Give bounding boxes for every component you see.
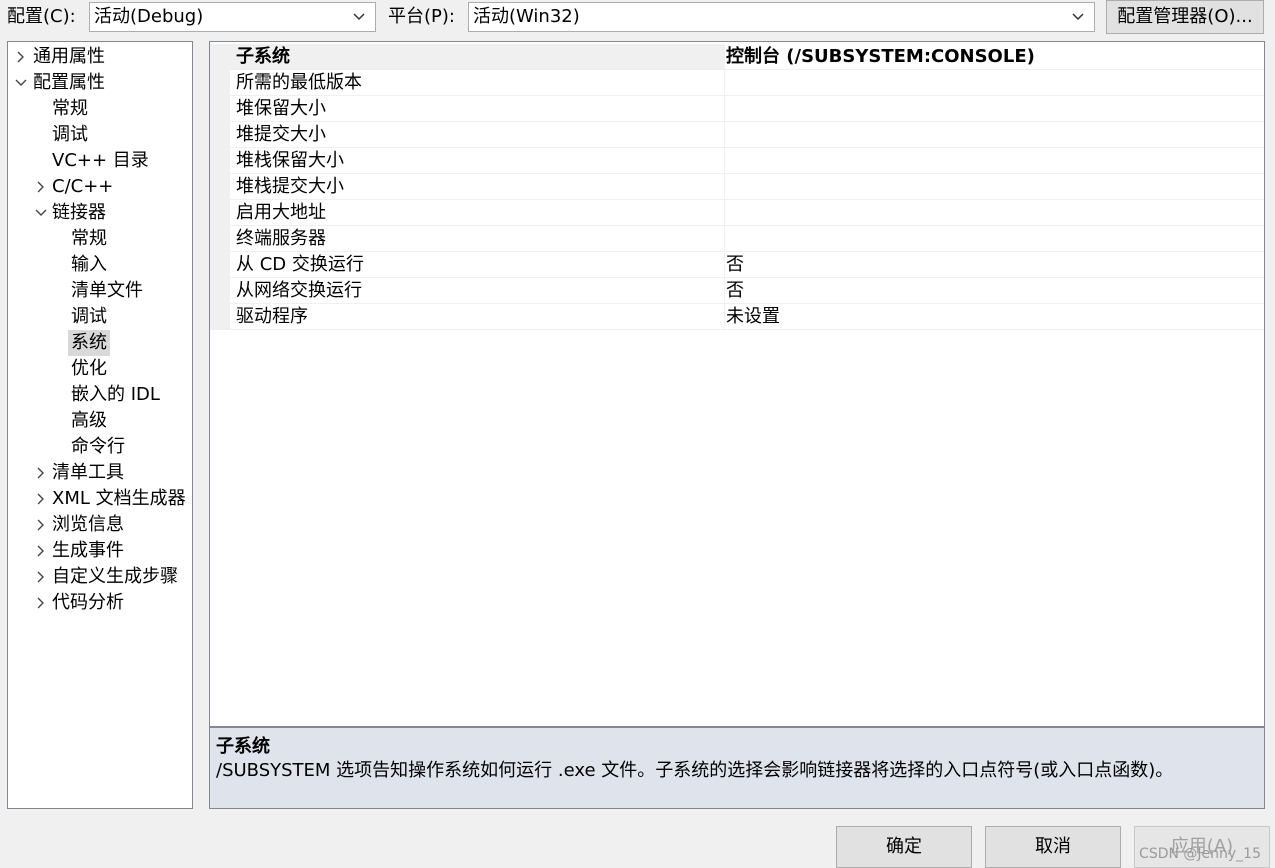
tree-item-general[interactable]: 常规 <box>52 96 88 122</box>
property-name: 堆栈提交大小 <box>236 176 344 197</box>
tree-item-linker-optimization[interactable]: 优化 <box>71 356 107 382</box>
config-label: 配置(C): <box>7 6 76 27</box>
tree-item-label: 调试 <box>71 306 107 327</box>
chevron-right-icon[interactable] <box>34 512 48 538</box>
config-dropdown-value: 活动(Debug) <box>94 6 204 27</box>
chevron-down-icon[interactable] <box>14 70 28 96</box>
property-row-heap-reserve[interactable]: 堆保留大小 <box>210 96 1264 122</box>
property-name: 堆保留大小 <box>236 98 326 119</box>
tree-item-linker-advanced[interactable]: 高级 <box>71 408 107 434</box>
tree-item-config-properties[interactable]: 配置属性 <box>33 70 105 96</box>
chevron-right-icon[interactable] <box>34 486 48 512</box>
property-row-swap-run-cd[interactable]: 从 CD 交换运行 否 <box>210 252 1264 278</box>
tree-item-linker-general[interactable]: 常规 <box>71 226 107 252</box>
cancel-button[interactable]: 取消 <box>985 826 1121 868</box>
tree-item-linker-command-line[interactable]: 命令行 <box>71 434 125 460</box>
tree-item-label: 高级 <box>71 410 107 431</box>
property-row-driver[interactable]: 驱动程序 未设置 <box>210 304 1264 330</box>
property-row-large-address[interactable]: 启用大地址 <box>210 200 1264 226</box>
tree-item-label: 常规 <box>52 98 88 119</box>
property-name: 子系统 <box>236 46 290 67</box>
tree-item-build-events[interactable]: 生成事件 <box>52 538 124 564</box>
tree-item-label: 常规 <box>71 228 107 249</box>
chevron-right-icon[interactable] <box>34 538 48 564</box>
description-text: /SUBSYSTEM 选项告知操作系统如何运行 .exe 文件。子系统的选择会影… <box>216 760 1174 781</box>
property-name: 堆提交大小 <box>236 124 326 145</box>
tree-item-c-cpp[interactable]: C/C++ <box>52 174 113 200</box>
property-row-heap-commit[interactable]: 堆提交大小 <box>210 122 1264 148</box>
property-row-stack-reserve[interactable]: 堆栈保留大小 <box>210 148 1264 174</box>
tree-item-common-properties[interactable]: 通用属性 <box>33 44 105 70</box>
property-name: 所需的最低版本 <box>236 72 362 93</box>
tree-item-linker-system[interactable]: 系统 <box>68 330 110 356</box>
tree-item-debugging[interactable]: 调试 <box>52 122 88 148</box>
tree-item-label: 代码分析 <box>52 592 124 613</box>
tree-item-label: 输入 <box>71 254 107 275</box>
tree-item-browse-info[interactable]: 浏览信息 <box>52 512 124 538</box>
platform-dropdown[interactable]: 活动(Win32) <box>468 2 1095 32</box>
tree-item-label: C/C++ <box>52 176 114 197</box>
tree-item-label: 调试 <box>52 124 88 145</box>
tree-item-linker[interactable]: 链接器 <box>52 200 106 226</box>
chevron-right-icon[interactable] <box>14 44 28 70</box>
platform-label: 平台(P): <box>388 6 455 27</box>
chevron-down-icon <box>351 3 367 31</box>
config-manager-button[interactable]: 配置管理器(O)... <box>1106 0 1264 34</box>
tree-item-label: 系统 <box>71 332 107 353</box>
tree-item-label: 自定义生成步骤 <box>52 566 178 587</box>
tree-item-linker-input[interactable]: 输入 <box>71 252 107 278</box>
tree-item-custom-build-step[interactable]: 自定义生成步骤 <box>52 564 178 590</box>
chevron-down-icon <box>1070 3 1086 31</box>
description-title: 子系统 <box>216 736 270 757</box>
tree-item-label: 优化 <box>71 358 107 379</box>
chevron-right-icon[interactable] <box>34 460 48 486</box>
tree-item-label: XML 文档生成器 <box>52 488 186 509</box>
property-name: 从 CD 交换运行 <box>236 254 364 275</box>
chevron-right-icon[interactable] <box>34 590 48 616</box>
tree-item-label: 链接器 <box>52 202 106 223</box>
property-grid: 子系统 控制台 (/SUBSYSTEM:CONSOLE) 所需的最低版本 堆保留… <box>209 41 1265 727</box>
tree-item-linker-manifest[interactable]: 清单文件 <box>71 278 143 304</box>
tree-item-linker-embedded-idl[interactable]: 嵌入的 IDL <box>71 382 160 408</box>
property-row-stack-commit[interactable]: 堆栈提交大小 <box>210 174 1264 200</box>
tree-item-label: 配置属性 <box>33 72 105 93</box>
tree-item-code-analysis[interactable]: 代码分析 <box>52 590 124 616</box>
property-name: 终端服务器 <box>236 228 326 249</box>
watermark: CSDN @Jenny_15 <box>1139 846 1261 862</box>
property-row-terminal-server[interactable]: 终端服务器 <box>210 226 1264 252</box>
property-name: 启用大地址 <box>236 202 326 223</box>
chevron-right-icon[interactable] <box>34 174 48 200</box>
tree-item-label: 嵌入的 IDL <box>71 384 160 405</box>
platform-dropdown-value: 活动(Win32) <box>473 6 580 27</box>
tree-item-label: 清单工具 <box>52 462 124 483</box>
property-value[interactable]: 否 <box>726 278 744 303</box>
tree-item-label: 通用属性 <box>33 46 105 67</box>
tree-item-xml-doc-generator[interactable]: XML 文档生成器 <box>52 486 186 512</box>
property-row-swap-run-net[interactable]: 从网络交换运行 否 <box>210 278 1264 304</box>
chevron-right-icon[interactable] <box>34 564 48 590</box>
description-panel: 子系统 /SUBSYSTEM 选项告知操作系统如何运行 .exe 文件。子系统的… <box>209 727 1265 809</box>
property-tree: 通用属性 配置属性 常规 调试 VC++ 目录 C/C++ 链接器 常规 输入 … <box>7 41 193 809</box>
tree-item-linker-debugging[interactable]: 调试 <box>71 304 107 330</box>
property-value[interactable]: 未设置 <box>726 304 780 329</box>
ok-button[interactable]: 确定 <box>836 826 972 868</box>
tree-item-label: VC++ 目录 <box>52 150 149 171</box>
property-row-min-version[interactable]: 所需的最低版本 <box>210 70 1264 96</box>
tree-item-label: 命令行 <box>71 436 125 457</box>
property-value[interactable]: 控制台 (/SUBSYSTEM:CONSOLE) <box>726 44 1035 69</box>
property-name: 堆栈保留大小 <box>236 150 344 171</box>
config-dropdown[interactable]: 活动(Debug) <box>89 2 376 32</box>
tree-item-label: 清单文件 <box>71 280 143 301</box>
property-name: 驱动程序 <box>236 306 308 327</box>
tree-item-label: 生成事件 <box>52 540 124 561</box>
property-row-subsystem[interactable]: 子系统 控制台 (/SUBSYSTEM:CONSOLE) <box>210 44 1264 70</box>
property-name: 从网络交换运行 <box>236 280 362 301</box>
tree-item-manifest-tool[interactable]: 清单工具 <box>52 460 124 486</box>
tree-item-label: 浏览信息 <box>52 514 124 535</box>
property-value[interactable]: 否 <box>726 252 744 277</box>
chevron-down-icon[interactable] <box>34 200 48 226</box>
tree-item-vc-directories[interactable]: VC++ 目录 <box>52 148 149 174</box>
